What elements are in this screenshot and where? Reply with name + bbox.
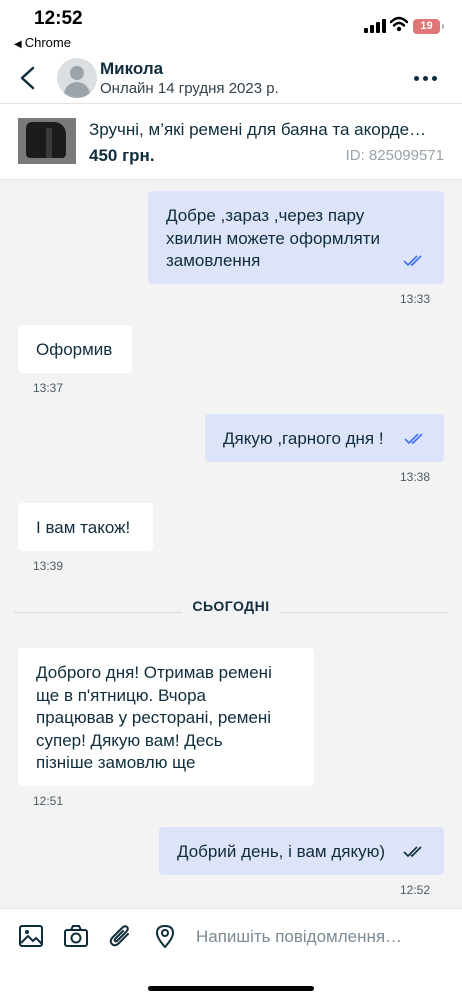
message-bubble-outgoing[interactable]: Добре ,зараз ,через пару хвилин можете о…	[148, 191, 444, 284]
message-line: супер! Дякую вам! Десь	[36, 730, 223, 750]
message-bubble-incoming[interactable]: І вам також!	[18, 503, 153, 551]
double-check-icon	[403, 255, 422, 267]
location-pin-icon[interactable]	[152, 923, 178, 949]
avatar[interactable]	[57, 58, 97, 98]
message-time: 13:33	[400, 292, 431, 306]
double-check-icon	[403, 846, 422, 858]
message-line: Дякую ,гарного дня !	[223, 429, 384, 448]
product-thumbnail	[18, 118, 76, 164]
chat-header: Микола Онлайн 14 грудня 2023 р.	[0, 56, 462, 104]
composer-bar	[0, 908, 462, 999]
double-check-icon	[404, 433, 423, 445]
product-price: 450 грн.	[89, 146, 155, 165]
message-time: 12:51	[33, 794, 64, 808]
contact-name[interactable]: Микола	[100, 59, 163, 79]
message-bubble-incoming[interactable]: Доброго дня! Отримав ремені ще в п'ятниц…	[18, 648, 314, 786]
message-time: 12:52	[400, 883, 431, 897]
status-bar: 12:52 ◀ Chrome 19	[0, 0, 462, 56]
message-line: Добрий день, і вам дякую)	[177, 842, 386, 861]
message-bubble-outgoing[interactable]: Добрий день, і вам дякую)	[159, 827, 444, 875]
image-icon[interactable]	[18, 923, 44, 949]
paperclip-icon[interactable]	[107, 923, 133, 949]
signal-icon	[364, 19, 386, 33]
product-id: ID: 825099571	[345, 147, 444, 164]
message-line: працював у ресторані, ремені	[36, 708, 272, 727]
date-divider-label: СЬОГОДНІ	[182, 598, 280, 614]
back-to-app-link[interactable]: ◀ Chrome	[14, 35, 71, 50]
wifi-icon	[390, 16, 408, 32]
message-line: ще в п'ятницю. Вчора	[36, 685, 206, 705]
online-status: Онлайн 14 грудня 2023 р.	[100, 80, 279, 97]
message-input[interactable]	[196, 923, 446, 951]
message-line: Доброго дня! Отримав ремені	[36, 663, 272, 682]
more-icon[interactable]	[412, 76, 440, 84]
message-line: Добре ,зараз ,через пару	[166, 206, 365, 225]
message-line: пізніше замовлю ще	[36, 753, 196, 772]
message-line: Оформив	[36, 340, 113, 359]
camera-icon[interactable]	[63, 923, 89, 949]
chevron-left-icon[interactable]	[14, 62, 44, 94]
message-time: 13:37	[33, 381, 64, 395]
status-time: 12:52	[34, 8, 83, 29]
message-line: замовлення	[166, 251, 261, 270]
product-title: Зручні, м’які ремені для баяна та акорде…	[89, 120, 427, 139]
message-line: І вам також!	[36, 518, 131, 537]
message-bubble-outgoing[interactable]: Дякую ,гарного дня !	[205, 414, 444, 462]
date-divider: СЬОГОДНІ	[0, 598, 462, 614]
home-indicator[interactable]	[148, 986, 314, 991]
product-card[interactable]: Зручні, м’які ремені для баяна та акорде…	[0, 104, 462, 180]
message-line: хвилин можете оформляти	[166, 228, 380, 248]
back-app-label: Chrome	[24, 35, 71, 50]
message-time: 13:39	[33, 559, 64, 573]
back-triangle-icon: ◀	[14, 39, 22, 50]
battery-icon: 19	[413, 19, 444, 34]
message-time: 13:38	[400, 470, 431, 484]
message-bubble-incoming[interactable]: Оформив	[18, 325, 132, 373]
